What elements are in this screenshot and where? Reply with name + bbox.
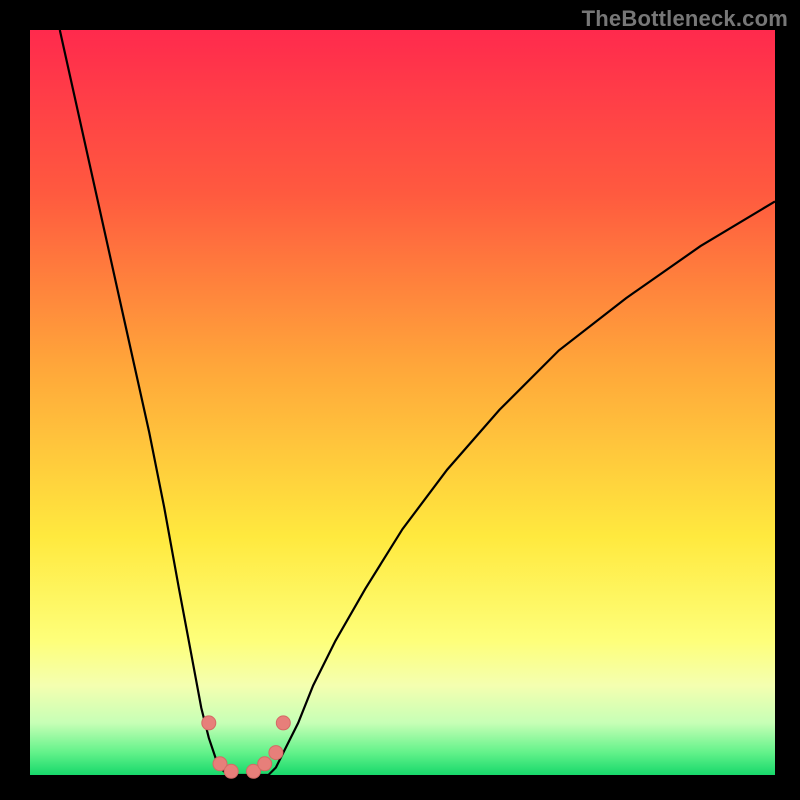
bottleneck-curve (60, 30, 775, 775)
marker-group (202, 716, 290, 778)
curve-marker (276, 716, 290, 730)
curve-marker (202, 716, 216, 730)
watermark-text: TheBottleneck.com (582, 6, 788, 32)
chart-frame: TheBottleneck.com (0, 0, 800, 800)
curve-marker (224, 764, 238, 778)
chart-svg (30, 30, 775, 775)
curve-marker (269, 746, 283, 760)
curve-marker (258, 757, 272, 771)
